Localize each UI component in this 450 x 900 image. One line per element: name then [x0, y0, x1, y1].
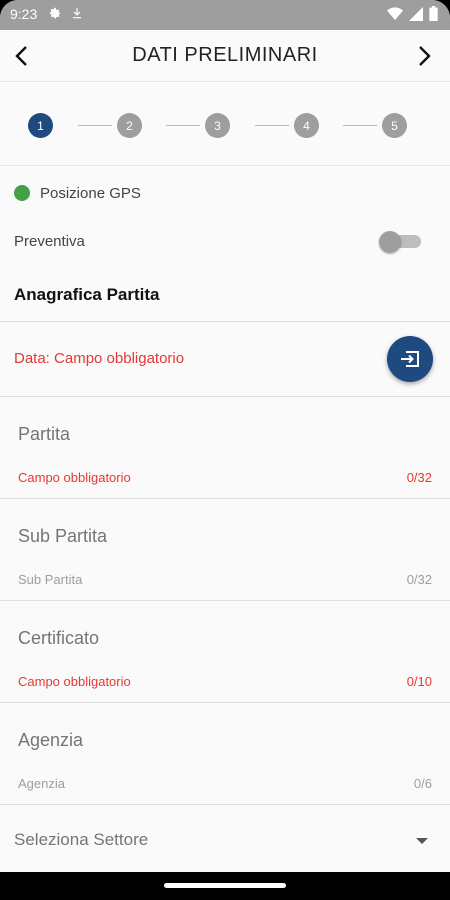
settings-icon: [49, 7, 61, 19]
settore-select-label: Seleziona Settore: [14, 830, 149, 849]
step-5[interactable]: 5: [382, 113, 407, 138]
gps-label: Posizione GPS: [40, 185, 141, 202]
step-4[interactable]: 4: [294, 113, 319, 138]
divider: [0, 321, 450, 322]
step-2[interactable]: 2: [117, 113, 142, 138]
partita-field: Campo obbligatorio 0/32: [0, 397, 450, 499]
partita-counter: 0/32: [406, 470, 432, 485]
status-bar: 9:23: [0, 0, 450, 30]
login-enter-icon: [401, 351, 419, 367]
step-connector: [255, 125, 289, 126]
home-handle[interactable]: [164, 883, 286, 888]
sub-partita-helper: Sub Partita: [18, 572, 83, 587]
agenzia-input[interactable]: [18, 730, 428, 751]
download-icon: [72, 7, 82, 19]
preventiva-toggle[interactable]: [379, 231, 421, 253]
sub-partita-counter: 0/32: [406, 572, 432, 587]
certificato-field: Campo obbligatorio 0/10: [0, 601, 450, 703]
app-bar: DATI PRELIMINARI: [0, 30, 450, 82]
signal-icon: [409, 6, 423, 21]
toggle-thumb: [379, 231, 401, 253]
app-screen: 9:23 DATI PRELIMINARI 1 2 3 4 5 Posizion…: [0, 0, 450, 900]
certificato-helper: Campo obbligatorio: [18, 674, 131, 689]
stepper: 1 2 3 4 5: [0, 82, 450, 166]
page-title: DATI PRELIMINARI: [132, 44, 318, 66]
next-button[interactable]: [408, 40, 440, 72]
step-3[interactable]: 3: [205, 113, 230, 138]
dropdown-caret-icon: [416, 838, 428, 844]
partita-helper: Campo obbligatorio: [18, 470, 131, 485]
settore-select[interactable]: Seleziona Settore: [0, 806, 450, 872]
date-picker-button[interactable]: [387, 336, 433, 382]
step-connector: [78, 125, 112, 126]
partita-input[interactable]: [18, 424, 428, 445]
certificato-counter: 0/10: [406, 674, 432, 689]
chevron-right-icon: [419, 46, 431, 66]
system-nav-bar: [0, 872, 450, 900]
agenzia-counter: 0/6: [413, 776, 432, 791]
section-title: Anagrafica Partita: [14, 285, 160, 304]
sub-partita-field: Sub Partita 0/32: [0, 499, 450, 601]
status-time: 9:23: [10, 6, 38, 22]
agenzia-helper: Agenzia: [18, 776, 65, 791]
gps-status-dot: [14, 185, 30, 201]
step-1[interactable]: 1: [28, 113, 53, 138]
sub-partita-input[interactable]: [18, 526, 428, 547]
certificato-input[interactable]: [18, 628, 428, 649]
wifi-icon: [387, 6, 403, 20]
step-connector: [166, 125, 200, 126]
step-connector: [343, 125, 377, 126]
date-error-text: Data: Campo obbligatorio: [14, 350, 185, 367]
agenzia-field: Agenzia 0/6: [0, 703, 450, 805]
preventiva-label: Preventiva: [14, 233, 85, 250]
battery-icon: [429, 6, 438, 21]
